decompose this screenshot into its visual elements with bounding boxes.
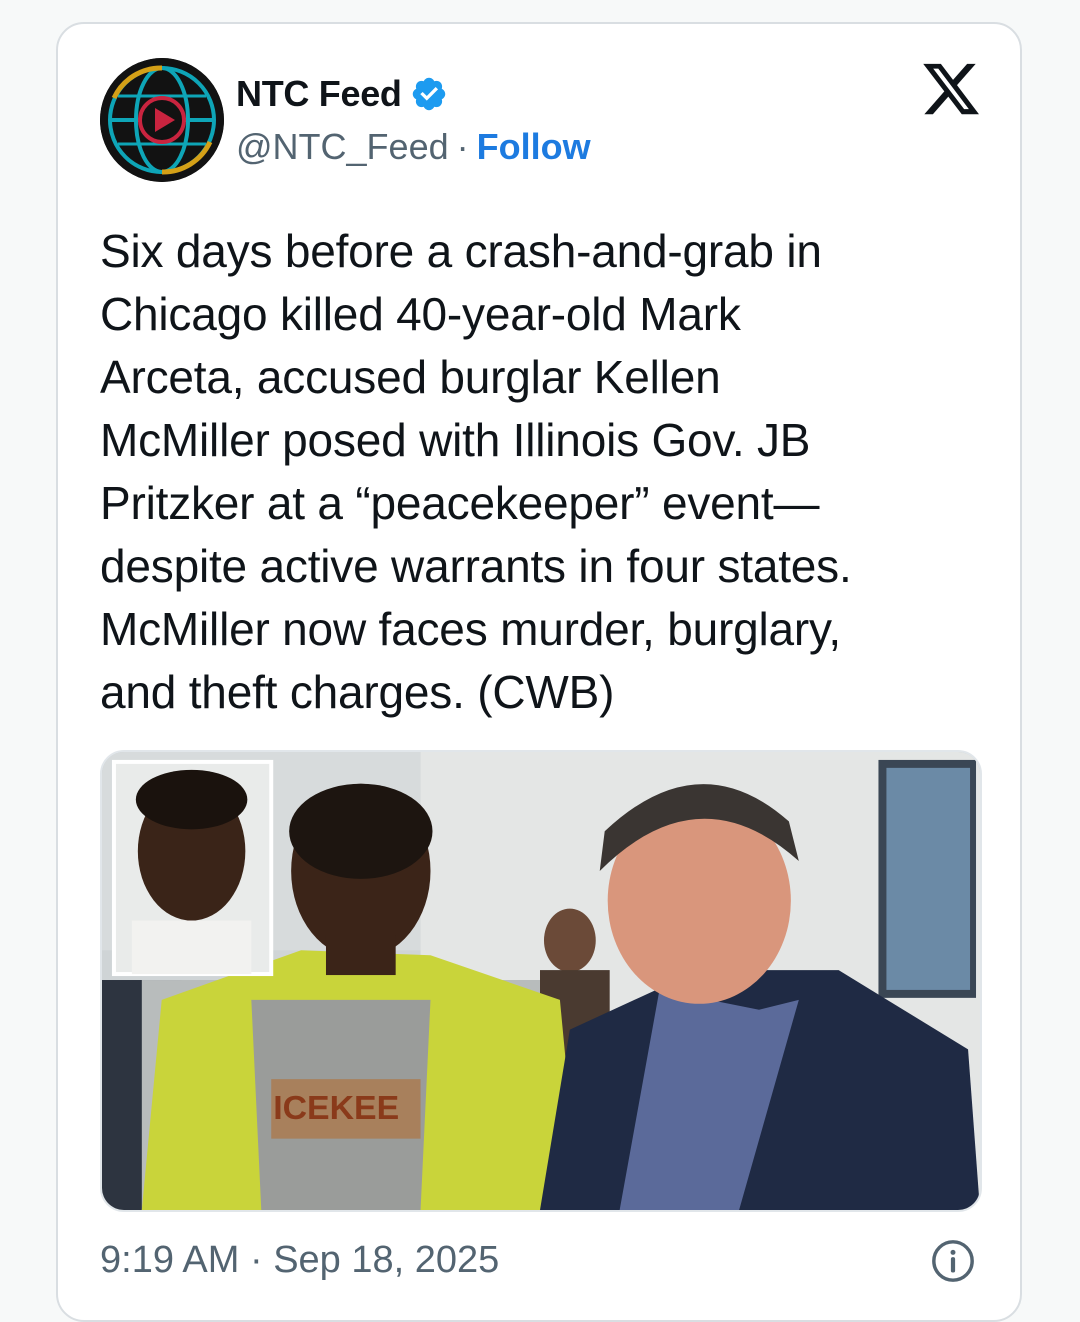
avatar[interactable] <box>100 58 224 182</box>
photo-illustration: ICEKEE <box>102 752 980 1210</box>
author-name-row: NTC Feed <box>236 72 448 116</box>
tweet-card[interactable]: NTC Feed @NTC_Feed · Follow Six days bef… <box>56 22 1022 1322</box>
vest-text: ICEKEE <box>273 1089 399 1127</box>
author-handle-row: @NTC_Feed · Follow <box>236 124 591 170</box>
tweet-timestamp[interactable]: 9:19 AM · Sep 18, 2025 <box>100 1234 499 1286</box>
author-handle[interactable]: @NTC_Feed <box>236 126 449 168</box>
tweet-photo[interactable]: ICEKEE <box>100 750 982 1212</box>
x-logo-icon[interactable] <box>920 58 982 120</box>
ntc-logo-icon <box>100 58 224 182</box>
author-display-name[interactable]: NTC Feed <box>236 73 402 115</box>
separator: · <box>456 126 469 167</box>
verified-badge-icon <box>410 75 448 113</box>
info-icon[interactable] <box>930 1238 976 1284</box>
tweet-text: Six days before a crash-and-grab in Chic… <box>100 225 852 718</box>
follow-button[interactable]: Follow <box>477 126 591 168</box>
